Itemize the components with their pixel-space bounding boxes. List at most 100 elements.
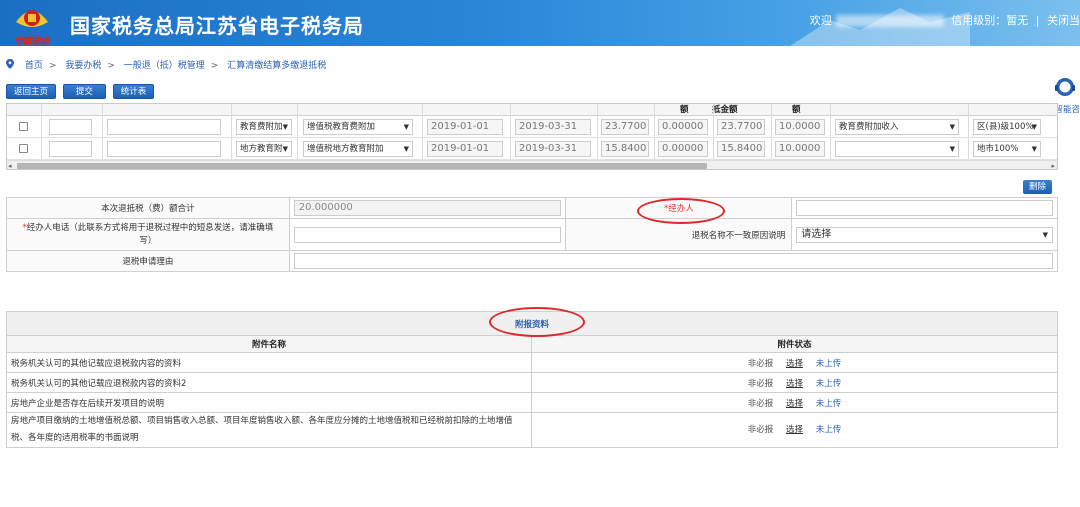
amount-field[interactable]: 15.8400	[601, 141, 649, 157]
close-link[interactable]: 关闭当	[1047, 14, 1080, 27]
required-flag: 非必报	[747, 358, 774, 369]
refund-detail-grid: 额 抵金额 额 教育费附加 增值税教育费附加 2019-01-01 2019-0…	[6, 103, 1058, 170]
refund-field[interactable]: 10.0000	[775, 141, 825, 157]
refund-form-table: 本次退抵税（费）额合计 20.000000 *经办人 *经办人电话（此联系方式将…	[6, 197, 1059, 272]
site-title: 国家税务总局江苏省电子税务局	[70, 14, 364, 38]
table-row: 税务机关认可的其他记载应退税款内容的资料2 非必报 选择 未上传	[6, 372, 1058, 393]
masked-username	[835, 15, 944, 27]
breadcrumb-current: 汇算清缴结算多缴退抵税	[227, 61, 327, 71]
zero-field[interactable]: 0.00000	[658, 141, 708, 157]
submit-button[interactable]: 提交	[62, 84, 106, 99]
attachment-name: 税务机关认可的其他记载应退税款内容的资料	[6, 352, 532, 373]
required-flag: 非必报	[747, 424, 774, 435]
period-start-field[interactable]: 2019-01-01	[427, 119, 503, 135]
period-end-field[interactable]: 2019-03-31	[515, 119, 591, 135]
tax-item-select[interactable]: 增值税地方教育附加	[303, 141, 413, 157]
tax-type-select[interactable]: 教育费附加	[236, 119, 292, 135]
table-row: 教育费附加 增值税教育费附加 2019-01-01 2019-03-31 23.…	[7, 116, 1057, 138]
phone-input[interactable]	[293, 226, 562, 243]
grid-header-refund: 额	[792, 105, 801, 115]
row-checkbox[interactable]	[19, 144, 28, 153]
credit-level: 信用级别：暂无	[951, 14, 1029, 27]
row-input-b[interactable]	[107, 119, 221, 135]
attachment-name: 房地产企业是否存在后续开发项目的说明	[6, 392, 532, 413]
upload-state: 未上传	[815, 424, 842, 435]
reason-input[interactable]	[293, 253, 1053, 269]
attachment-status: 非必报 选择 未上传	[531, 352, 1058, 373]
attachment-status: 非必报 选择 未上传	[531, 412, 1058, 448]
period-end-field[interactable]: 2019-03-31	[515, 141, 591, 157]
table-row: 房地产项目缴纳的土地增值税总额、项目销售收入总额、项目年度销售收入额、各年度应分…	[6, 412, 1058, 448]
scroll-right-arrow-icon[interactable]: ▸	[1051, 161, 1055, 169]
breadcrumb-tax[interactable]: 我要办税	[65, 61, 101, 71]
offset-field[interactable]: 23.7700	[717, 119, 765, 135]
attachment-name: 房地产项目缴纳的土地增值税总额、项目销售收入总额、项目年度销售收入额、各年度应分…	[6, 412, 532, 448]
period-start-field[interactable]: 2019-01-01	[427, 141, 503, 157]
total-amount-field[interactable]: 20.000000	[293, 200, 562, 216]
agent-input[interactable]	[796, 200, 1053, 216]
header-divider: |	[1035, 14, 1040, 27]
back-home-button[interactable]: 返回主页	[6, 84, 57, 99]
agent-label: *经办人	[565, 197, 793, 219]
income-type-select[interactable]: 教育费附加收入	[835, 119, 959, 135]
upload-state: 未上传	[815, 378, 842, 389]
phone-label-text: 经办人电话（此联系方式将用于退税过程中的短息发送，请准确填写）	[26, 222, 274, 246]
total-label: 本次退抵税（费）额合计	[6, 197, 290, 219]
upload-state: 未上传	[815, 398, 842, 409]
tax-type-select[interactable]: 地方教育附	[236, 141, 292, 157]
upload-state: 未上传	[815, 358, 842, 369]
mismatch-reason-select[interactable]: 请选择	[796, 226, 1053, 243]
row-input-a[interactable]	[49, 141, 92, 157]
offset-field[interactable]: 15.8400	[717, 141, 765, 157]
grid-header: 额 抵金额 额	[7, 104, 1057, 116]
attachments-title: 附报资料	[6, 311, 1058, 336]
choose-file-link[interactable]: 选择	[786, 425, 803, 435]
level-select[interactable]: 地市100%	[973, 141, 1041, 157]
breadcrumb-refund-mgmt[interactable]: 一般退（抵）税管理	[124, 61, 205, 71]
stats-button[interactable]: 统计表	[112, 84, 155, 99]
income-type-select[interactable]	[835, 141, 959, 157]
tax-item-select[interactable]: 增值税教育费附加	[303, 119, 413, 135]
breadcrumb: 首页 > 我要办税 > 一般退（抵）税管理 > 汇算清缴结算多缴退抵税	[6, 58, 326, 71]
choose-file-link[interactable]: 选择	[786, 359, 803, 369]
welcome-text: 欢迎	[809, 14, 832, 27]
row-checkbox[interactable]	[19, 122, 28, 131]
scroll-thumb[interactable]	[17, 163, 707, 169]
table-row: 税务机关认可的其他记载应退税款内容的资料 非必报 选择 未上传	[6, 352, 1058, 373]
toolbar: 返回主页 提交 统计表	[6, 84, 158, 99]
attachments-table: 附报资料 附件名称 附件状态 税务机关认可的其他记载应退税款内容的资料 非必报 …	[6, 311, 1058, 448]
grid-header-amount: 额	[680, 105, 689, 115]
attachment-name-header: 附件名称	[6, 335, 532, 353]
scroll-left-arrow-icon[interactable]: ◂	[8, 161, 12, 169]
breadcrumb-home[interactable]: 首页	[25, 61, 43, 71]
required-flag: 非必报	[747, 378, 774, 389]
zero-field[interactable]: 0.00000	[658, 119, 708, 135]
table-row: 地方教育附 增值税地方教育附加 2019-01-01 2019-03-31 15…	[7, 138, 1057, 160]
tax-emblem-icon	[16, 10, 48, 27]
horizontal-scrollbar[interactable]: ◂ ▸	[7, 160, 1057, 169]
row-input-b[interactable]	[107, 141, 221, 157]
level-select[interactable]: 区(县)级100%	[973, 119, 1041, 135]
location-pin-icon	[6, 59, 14, 69]
attachment-status: 非必报 选择 未上传	[531, 372, 1058, 393]
grid-header-offset: 抵金额	[712, 105, 738, 115]
phone-label: *经办人电话（此联系方式将用于退税过程中的短息发送，请准确填写）	[6, 218, 290, 251]
attachment-status-header: 附件状态	[531, 335, 1058, 353]
delete-button[interactable]: 删除	[1022, 180, 1052, 194]
mismatch-reason-label: 退税名称不一致原因说明	[565, 218, 793, 251]
choose-file-link[interactable]: 选择	[786, 379, 803, 389]
headset-icon	[1055, 78, 1075, 96]
user-info-bar: 欢迎 信用级别：暂无 | 关闭当	[810, 12, 1080, 28]
choose-file-link[interactable]: 选择	[786, 399, 803, 409]
help-label[interactable]: 智能咨	[1054, 103, 1080, 115]
reason-label: 退税申请理由	[6, 250, 290, 272]
attachment-status: 非必报 选择 未上传	[531, 392, 1058, 413]
required-flag: 非必报	[747, 398, 774, 409]
refund-field[interactable]: 10.0000	[775, 119, 825, 135]
site-header: 中国税务 国家税务总局江苏省电子税务局 欢迎 信用级别：暂无 | 关闭当	[0, 0, 1080, 46]
slogan-text: 中国税务	[14, 37, 51, 46]
row-input-a[interactable]	[49, 119, 92, 135]
table-row: 房地产企业是否存在后续开发项目的说明 非必报 选择 未上传	[6, 392, 1058, 413]
amount-field[interactable]: 23.7700	[601, 119, 649, 135]
attachment-name: 税务机关认可的其他记载应退税款内容的资料2	[6, 372, 532, 393]
